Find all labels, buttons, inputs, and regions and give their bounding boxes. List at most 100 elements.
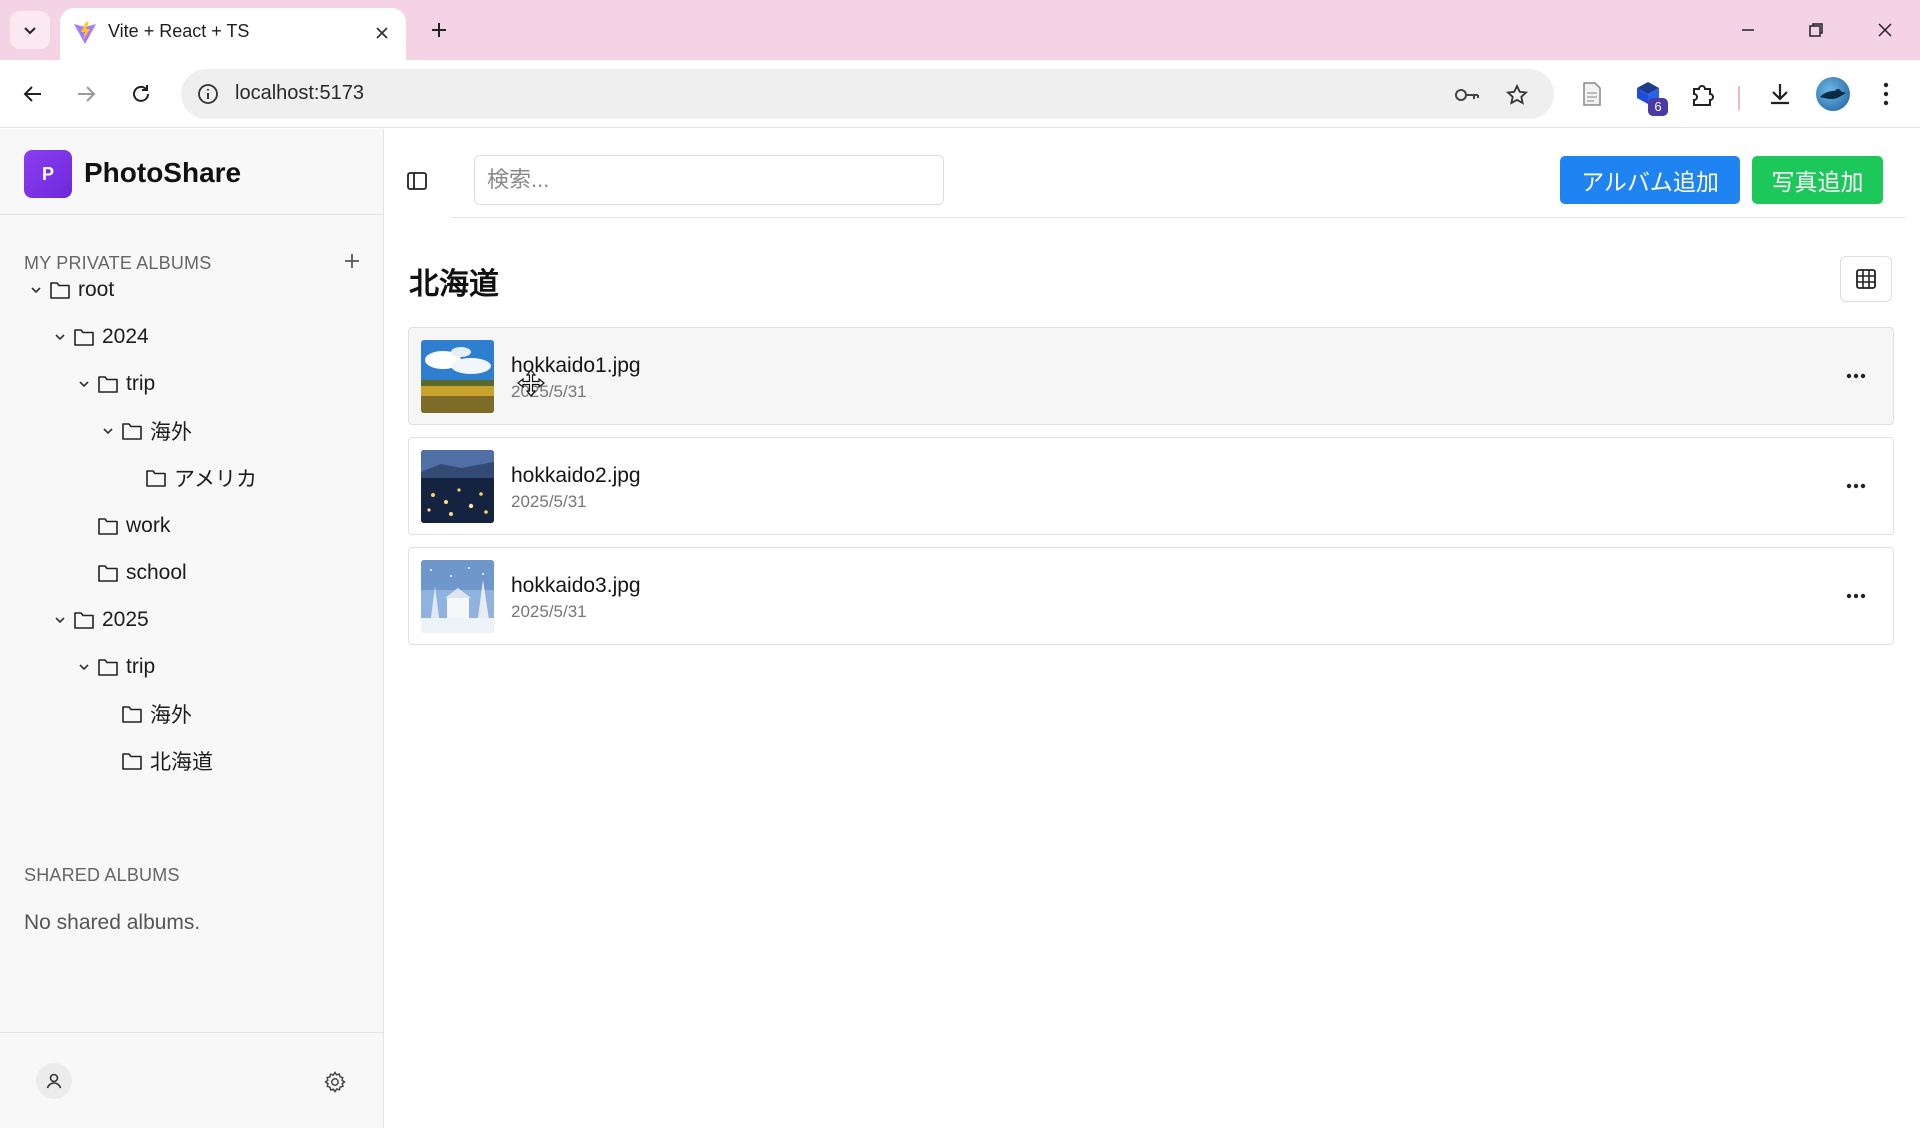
add-album-button[interactable] <box>340 249 364 273</box>
browser-menu-icon[interactable] <box>1868 76 1904 112</box>
photo-date: 2025/5/31 <box>511 602 587 621</box>
album-tree-item[interactable]: 海外 <box>96 413 192 449</box>
photo-thumbnail[interactable] <box>421 450 494 523</box>
chevron-down-icon[interactable] <box>72 372 96 396</box>
chevron-down-icon[interactable] <box>72 655 96 679</box>
profile-avatar[interactable] <box>1816 77 1850 111</box>
folder-icon <box>96 561 120 585</box>
album-tree-label: work <box>126 514 171 537</box>
photo-row[interactable]: hokkaido3.jpg 2025/5/31 <box>408 547 1894 645</box>
tab-title: Vite + React + TS <box>108 21 250 41</box>
chevron-down-icon[interactable] <box>48 325 72 349</box>
reload-button[interactable] <box>121 74 161 114</box>
private-albums-heading: MY PRIVATE ALBUMS <box>24 253 212 273</box>
album-tree-item[interactable]: trip <box>72 366 155 402</box>
forward-button[interactable] <box>66 74 106 114</box>
more-options-button[interactable] <box>1841 583 1871 609</box>
more-options-button[interactable] <box>1841 473 1871 499</box>
window-close-button[interactable] <box>1865 12 1905 48</box>
back-button[interactable] <box>13 74 53 114</box>
sidebar-header: P PhotoShare <box>0 129 383 215</box>
settings-button[interactable] <box>322 1069 348 1095</box>
app-name: PhotoShare <box>84 157 242 188</box>
extension-icon[interactable]: 6 <box>1630 76 1668 116</box>
extensions-puzzle-icon[interactable] <box>1685 76 1721 112</box>
photo-name: hokkaido3.jpg <box>511 574 641 597</box>
more-horizontal-icon <box>1846 373 1866 379</box>
photo-row[interactable]: hokkaido1.jpg 2025/5/31 <box>408 327 1894 425</box>
folder-icon <box>120 702 144 726</box>
tab-close-button[interactable] <box>370 21 394 45</box>
sidebar-footer <box>0 1032 383 1128</box>
password-key-icon[interactable] <box>1453 81 1481 109</box>
search-input[interactable] <box>474 155 944 205</box>
more-horizontal-icon <box>1846 483 1866 489</box>
album-tree-label: school <box>126 561 187 584</box>
folder-icon <box>48 278 72 302</box>
address-bar[interactable]: localhost:5173 <box>181 69 1554 119</box>
site-info-icon[interactable] <box>195 81 221 107</box>
album-tree-label: 2025 <box>102 608 149 631</box>
album-tree-item[interactable]: 海外 <box>96 696 192 732</box>
shared-albums-heading: SHARED ALBUMS <box>24 865 180 885</box>
add-photo-button[interactable]: 写真追加 <box>1752 156 1883 204</box>
arrow-right-icon <box>78 86 96 102</box>
more-horizontal-icon <box>1846 593 1866 599</box>
chevron-down-icon[interactable] <box>48 608 72 632</box>
browser-tab-bar: Vite + React + TS <box>0 0 1920 60</box>
grid-icon <box>1856 269 1876 289</box>
chevron-down-icon[interactable] <box>24 278 48 302</box>
folder-icon <box>144 466 168 490</box>
more-options-button[interactable] <box>1841 363 1871 389</box>
folder-icon <box>72 608 96 632</box>
sidebar: P PhotoShare MY PRIVATE ALBUMS root 2024 t… <box>0 129 384 1128</box>
album-tree-item[interactable]: 北海道 <box>96 743 213 779</box>
arrow-left-icon <box>23 86 41 102</box>
tab-list-button[interactable] <box>10 11 50 49</box>
browser-tab[interactable]: Vite + React + TS <box>60 8 406 60</box>
album-tree-item[interactable]: アメリカ <box>120 460 257 496</box>
add-album-top-button[interactable]: アルバム追加 <box>1560 156 1740 204</box>
reader-mode-icon[interactable] <box>1574 76 1610 112</box>
album-tree-label: アメリカ <box>174 468 257 491</box>
album-title: 北海道 <box>409 268 499 301</box>
album-tree-item[interactable]: 2024 <box>48 319 149 355</box>
minimize-button[interactable] <box>1728 12 1768 48</box>
photo-name: hokkaido2.jpg <box>511 464 641 487</box>
grid-view-toggle[interactable] <box>1840 256 1892 302</box>
album-tree-label: root <box>78 278 115 301</box>
photo-row[interactable]: hokkaido2.jpg 2025/5/31 <box>408 437 1894 535</box>
album-tree-item[interactable]: trip <box>72 649 155 685</box>
sidebar-panel-icon <box>407 172 427 190</box>
app-logo[interactable]: P <box>24 150 72 198</box>
url-text[interactable]: localhost:5173 <box>235 82 364 105</box>
top-bar: アルバム追加 写真追加 <box>385 129 1920 217</box>
album-tree-item[interactable]: 2025 <box>48 602 149 638</box>
album-tree-label: trip <box>126 372 156 395</box>
album-tree-item[interactable]: school <box>72 555 187 591</box>
photo-thumbnail[interactable] <box>421 560 494 633</box>
album-tree-item[interactable]: work <box>72 508 170 544</box>
close-icon <box>1878 23 1892 37</box>
move-cursor-icon <box>517 369 545 397</box>
album-tree-item[interactable]: root <box>24 272 114 308</box>
downloads-icon[interactable] <box>1762 76 1798 112</box>
folder-icon <box>96 372 120 396</box>
restore-button[interactable] <box>1796 12 1836 48</box>
toolbar-separator <box>1738 86 1740 110</box>
user-button[interactable] <box>36 1063 72 1099</box>
chevron-down-icon[interactable] <box>96 419 120 443</box>
plus-icon <box>345 254 359 268</box>
top-bar-divider <box>451 217 1906 218</box>
new-tab-button[interactable] <box>423 14 455 46</box>
chevron-down-icon <box>24 27 36 35</box>
no-shared-albums-text: No shared albums. <box>24 911 201 934</box>
photo-thumbnail[interactable] <box>421 340 494 413</box>
sidebar-toggle-button[interactable] <box>404 168 430 194</box>
minimize-icon <box>1742 29 1754 31</box>
bookmark-star-icon[interactable] <box>1503 81 1531 109</box>
reload-icon <box>133 85 149 102</box>
photo-date: 2025/5/31 <box>511 492 587 511</box>
